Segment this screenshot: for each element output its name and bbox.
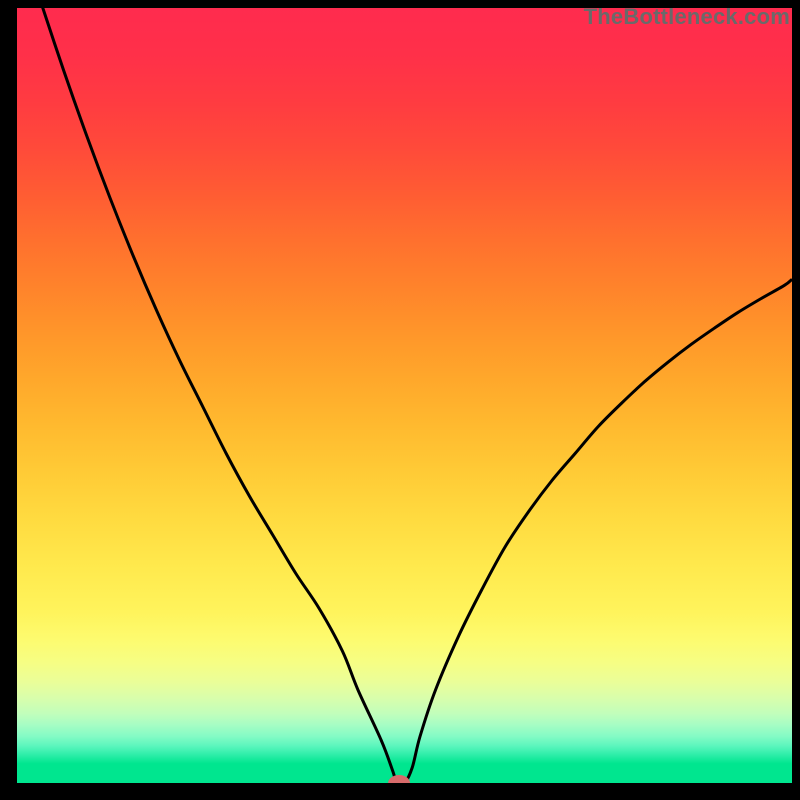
chart-svg [0,0,800,800]
frame-bottom [0,783,800,800]
bottleneck-chart-container: TheBottleneck.com [0,0,800,800]
frame-left [0,0,17,800]
frame-top [0,0,800,8]
frame-right [792,0,800,800]
gradient-background [17,8,792,783]
